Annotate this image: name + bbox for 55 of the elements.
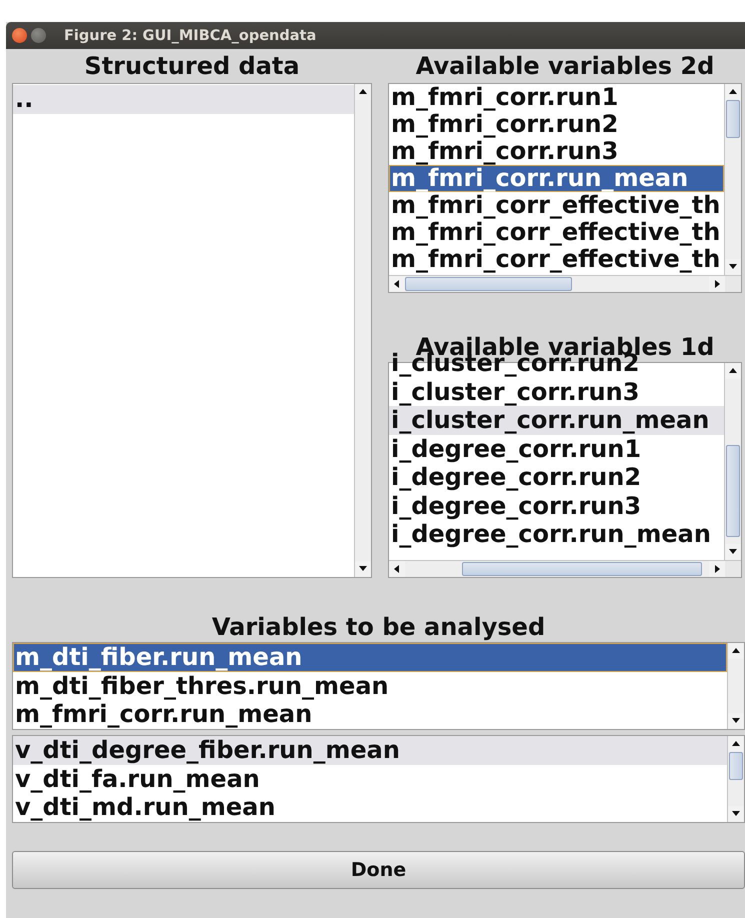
scrollbar-corner (725, 276, 741, 292)
scroll-down-button[interactable] (725, 544, 741, 560)
vertical-scrollbar[interactable] (724, 363, 741, 560)
scroll-up-button[interactable] (728, 736, 744, 752)
scroll-down-button[interactable] (728, 713, 744, 729)
list-item[interactable]: m_fmri_corr.run3 (389, 138, 724, 165)
scrollbar-thumb[interactable] (726, 445, 740, 537)
list-item[interactable]: i_degree_corr.run3 (389, 492, 724, 520)
vertical-scrollbar[interactable] (354, 84, 371, 577)
vertical-scrollbar[interactable] (724, 84, 741, 275)
horizontal-scrollbar[interactable] (389, 561, 725, 577)
scrollbar-thumb[interactable] (726, 100, 740, 138)
scrollbar-thumb[interactable] (405, 277, 572, 291)
scroll-down-button[interactable] (728, 806, 744, 822)
list-item[interactable]: v_dti_degree_fiber.run_mean (13, 736, 727, 764)
list-heading: Variables to be analysed (210, 612, 546, 642)
list-item[interactable]: m_fmri_corr.run1 (389, 84, 724, 111)
scroll-up-button[interactable] (725, 363, 741, 379)
list-heading: Structured data (83, 51, 301, 82)
list-item[interactable]: m_dti_fiber_thres.run_mean (13, 672, 727, 700)
list-item[interactable]: .. (13, 85, 354, 114)
scrollbar-corner (725, 561, 741, 577)
list-heading: Available variables 2d (414, 51, 716, 82)
list-item[interactable]: i_cluster_corr.run3 (389, 378, 724, 406)
scroll-up-button[interactable] (725, 84, 741, 100)
scroll-up-button[interactable] (728, 643, 744, 659)
list-item[interactable]: m_fmri_corr.run_mean (13, 700, 727, 728)
scrollbar-thumb[interactable] (462, 562, 702, 576)
horizontal-scrollbar[interactable] (389, 276, 725, 292)
vertical-scrollbar[interactable] (727, 643, 744, 729)
window-title: Figure 2: GUI_MIBCA_opendata (64, 28, 316, 44)
scroll-up-button[interactable] (355, 84, 371, 100)
scroll-right-button[interactable] (709, 276, 725, 292)
list-item[interactable]: m_dti_fiber.run_mean (13, 643, 727, 672)
list-item[interactable]: i_degree_corr.run_mean (389, 520, 724, 548)
list-item[interactable]: i_cluster_corr.run_mean (389, 406, 724, 434)
list-item[interactable]: m_fmri_corr_effective_th (389, 246, 724, 273)
done-button[interactable]: Done (12, 851, 745, 889)
list-item[interactable]: m_fmri_corr_effective_th (389, 219, 724, 246)
scrollbar-thumb[interactable] (729, 752, 743, 780)
list-item[interactable]: i_degree_corr.run1 (389, 434, 724, 463)
scroll-left-button[interactable] (389, 276, 405, 292)
list-item[interactable]: m_fmri_corr.run2 (389, 111, 724, 138)
vertical-scrollbar[interactable] (727, 736, 744, 822)
scroll-left-button[interactable] (389, 561, 405, 577)
list-item[interactable]: m_fmri_corr.run_mean (389, 165, 724, 192)
close-button[interactable] (12, 28, 27, 43)
minimize-button[interactable] (31, 28, 46, 43)
list-item[interactable]: i_degree_corr.run2 (389, 463, 724, 492)
scroll-down-button[interactable] (725, 259, 741, 275)
list-item[interactable]: v_dti_fa.run_mean (13, 764, 727, 793)
list-item[interactable]: v_dti_md.run_mean (13, 793, 727, 822)
list-item[interactable]: m_fmri_corr_effective_th (389, 192, 724, 219)
scroll-right-button[interactable] (709, 561, 725, 577)
scroll-down-button[interactable] (355, 561, 371, 577)
